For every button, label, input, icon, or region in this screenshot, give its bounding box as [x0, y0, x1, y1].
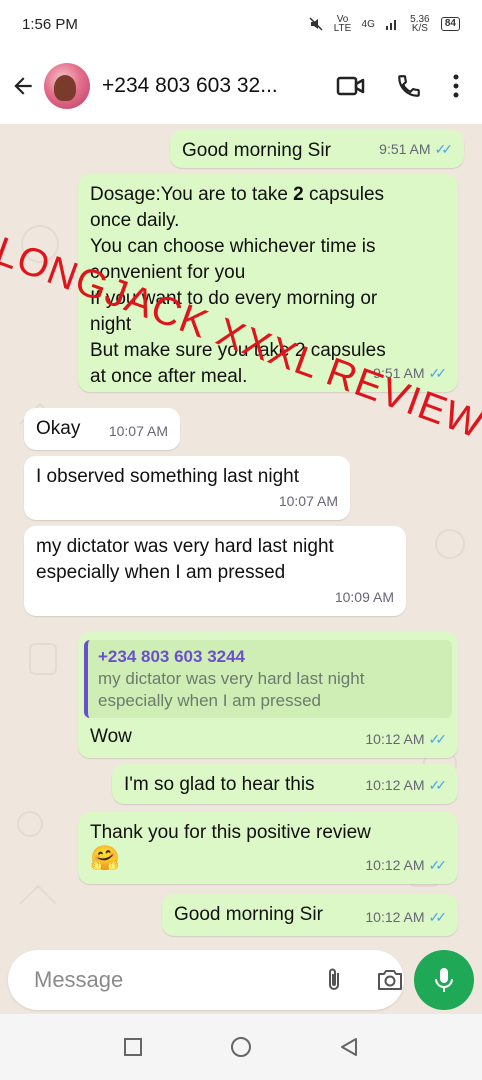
message-time: 10:07 AM [108, 423, 168, 439]
message-time: 10:07 AM [278, 493, 338, 509]
mute-icon [309, 17, 323, 31]
message-time: 10:12 AM [365, 909, 425, 925]
message-time: 9:51 AM [379, 141, 431, 157]
status-icons: Vo LTE 4G 5.36 K/S 84 [308, 14, 460, 34]
more-vert-icon[interactable] [452, 73, 460, 99]
mic-icon [435, 968, 453, 992]
message-text: Wow [90, 726, 132, 747]
system-nav-bar [0, 1014, 482, 1080]
message-bubble-outgoing[interactable]: Good morning Sir 9:51 AM ✓✓ [170, 130, 464, 168]
message-bubble-outgoing[interactable]: +234 803 603 3244 my dictator was very h… [78, 632, 458, 758]
message-input-container[interactable] [8, 950, 404, 1010]
status-bar: 1:56 PM Vo LTE 4G 5.36 K/S 84 [0, 0, 482, 48]
message-text: I'm so glad to hear this [124, 774, 315, 795]
message-bubble-outgoing[interactable]: Good morning Sir 10:12 AM ✓✓ [162, 894, 458, 936]
battery-icon: 84 [440, 17, 460, 31]
recents-icon[interactable] [122, 1036, 144, 1058]
hugging-face-emoji: 🤗 [90, 845, 120, 872]
read-ticks-icon: ✓✓ [428, 857, 448, 873]
chat-header: +234 803 603 32... [0, 48, 482, 124]
read-ticks-icon: ✓✓ [434, 141, 454, 157]
4g-label: 4G [361, 18, 375, 30]
read-ticks-icon: ✓✓ [428, 731, 448, 747]
speed-label: 5.36 K/S [410, 14, 430, 34]
message-time: 10:12 AM [365, 777, 425, 793]
status-time: 1:56 PM [22, 15, 78, 33]
camera-icon[interactable] [376, 967, 404, 993]
signal-icon [385, 20, 396, 30]
video-call-icon[interactable] [336, 74, 366, 98]
mic-button[interactable] [414, 950, 474, 1010]
message-text: Okay [36, 418, 81, 439]
message-time: 9:51 AM [373, 365, 425, 381]
back-nav-icon[interactable] [338, 1036, 360, 1058]
composer [0, 944, 482, 1014]
read-ticks-icon: ✓✓ [428, 777, 448, 793]
message-text: I observed something last night [36, 466, 299, 487]
message-time: 10:12 AM [365, 731, 425, 747]
lte-label: Vo LTE [333, 14, 352, 34]
back-button[interactable] [0, 73, 44, 99]
message-bubble-incoming[interactable]: my dictator was very hard last night esp… [24, 526, 406, 616]
message-text: Dosage:You are to take 2 capsules once d… [90, 184, 386, 387]
message-text: my dictator was very hard last night esp… [36, 536, 334, 583]
message-input[interactable] [34, 967, 322, 993]
phone-icon[interactable] [396, 73, 422, 99]
attach-icon[interactable] [322, 966, 346, 994]
message-bubble-incoming[interactable]: Okay 10:07 AM [24, 408, 180, 450]
message-time: 10:12 AM [365, 857, 425, 873]
message-text: Good morning Sir [174, 904, 323, 925]
contact-name[interactable]: +234 803 603 32... [102, 74, 302, 98]
message-bubble-incoming[interactable]: I observed something last night 10:07 AM [24, 456, 350, 520]
message-time: 10:09 AM [334, 589, 394, 605]
read-ticks-icon: ✓✓ [428, 909, 448, 925]
message-bubble-outgoing[interactable]: Thank you for this positive review 🤗 10:… [78, 812, 458, 884]
avatar[interactable] [44, 63, 90, 109]
quoted-text: my dictator was very hard last night esp… [98, 669, 365, 710]
message-bubble-outgoing[interactable]: I'm so glad to hear this 10:12 AM ✓✓ [112, 764, 458, 804]
quoted-message[interactable]: +234 803 603 3244 my dictator was very h… [84, 640, 452, 718]
message-text: Good morning Sir [182, 140, 331, 161]
message-bubble-outgoing[interactable]: Dosage:You are to take 2 capsules once d… [78, 174, 458, 392]
chat-area[interactable]: Good morning Sir 9:51 AM ✓✓ Dosage:You ar… [0, 124, 482, 944]
home-icon[interactable] [229, 1035, 253, 1059]
back-arrow-icon [14, 77, 32, 95]
read-ticks-icon: ✓✓ [428, 365, 448, 381]
message-text: Thank you for this positive review [90, 822, 371, 843]
quoted-sender: +234 803 603 3244 [98, 647, 246, 666]
